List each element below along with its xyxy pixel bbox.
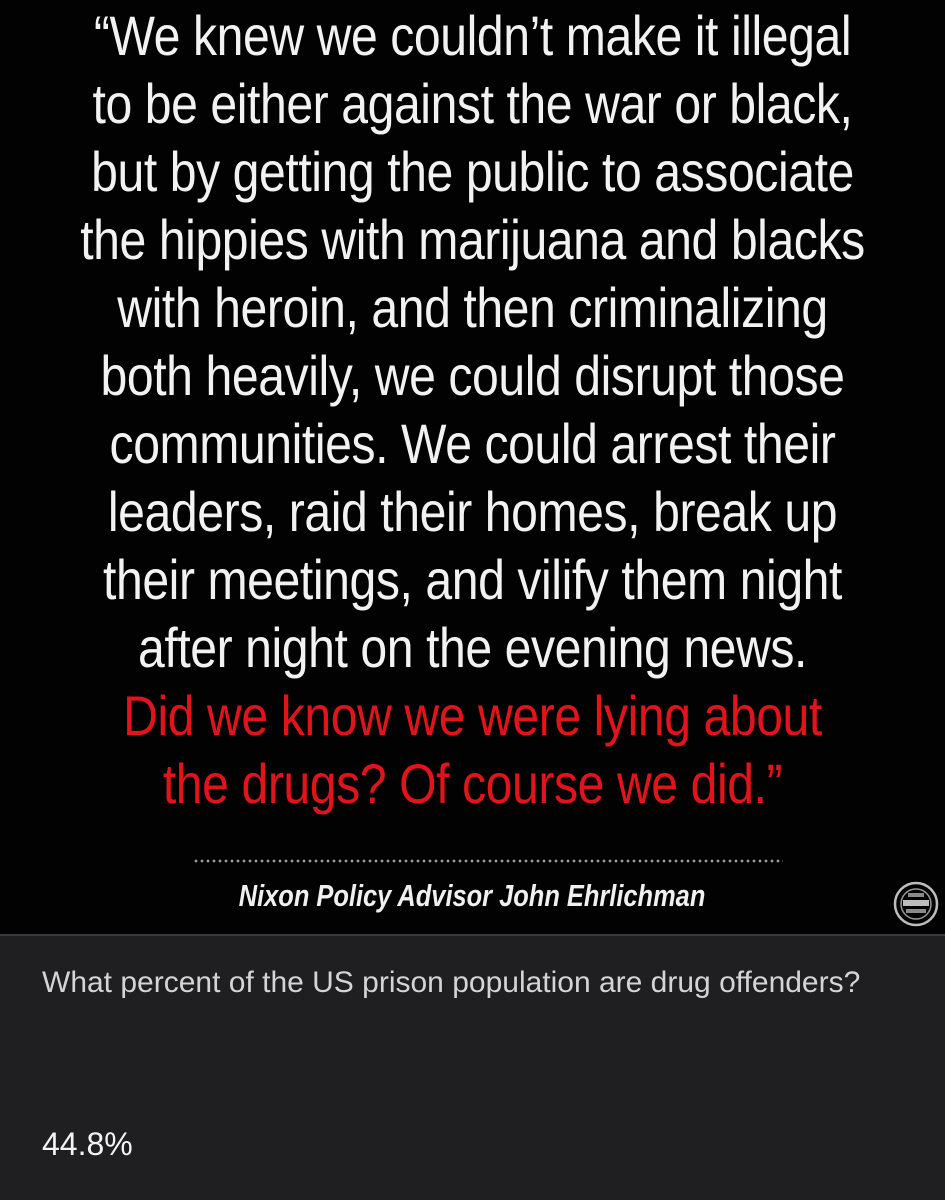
quote-line: after night on the evening news. — [138, 616, 807, 679]
quote-image: “We knew we couldn’t make it illegal to … — [0, 0, 945, 934]
quote-line: leaders, raid their homes, break up — [107, 480, 838, 543]
question-text: What percent of the US prison population… — [42, 966, 861, 999]
quote-attribution: Nixon Policy Advisor John Ehrlichman — [238, 878, 706, 913]
dotted-divider — [193, 858, 783, 864]
quote-line: communities. We could arrest their — [109, 412, 836, 475]
quote-line: the hippies with marijuana and blacks — [80, 208, 865, 271]
quote-line: to be either against the war or black, — [92, 72, 853, 135]
answer-text: 44.8% — [42, 1126, 133, 1162]
question-card: What percent of the US prison population… — [0, 934, 945, 1200]
quote-highlight-line: Did we know we were lying about — [123, 684, 822, 747]
quote-text: “We knew we couldn’t make it illegal to … — [66, 2, 879, 818]
quote-highlight-line: the drugs? Of course we did.” — [162, 752, 783, 815]
quote-line: with heroin, and then criminalizing — [117, 276, 828, 339]
quote-line: their meetings, and vilify them night — [103, 548, 842, 611]
seal-icon — [893, 881, 939, 927]
quote-line: both heavily, we could disrupt those — [100, 344, 845, 407]
quote-line: “We knew we couldn’t make it illegal — [93, 4, 852, 67]
quote-line: but by getting the public to associate — [91, 140, 854, 203]
